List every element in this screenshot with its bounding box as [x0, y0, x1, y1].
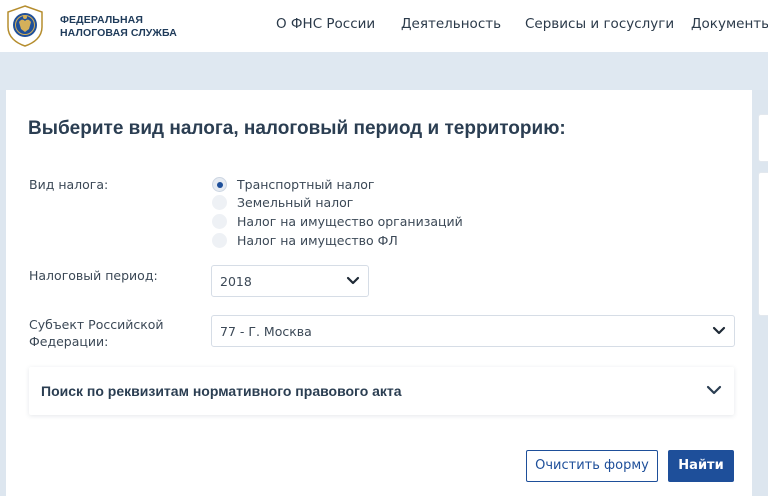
nav-activity[interactable]: Деятельность: [401, 16, 501, 32]
chevron-down-icon: [706, 385, 722, 395]
region-label-line1: Субъект Российской: [29, 317, 164, 332]
clear-form-button[interactable]: Очистить форму: [526, 450, 658, 482]
radio-transport-tax[interactable]: Транспортный налог: [212, 176, 375, 193]
period-value: 2018: [220, 274, 252, 289]
site-header: ФЕДЕРАЛЬНАЯ НАЛОГОВАЯ СЛУЖБА О ФНС Росси…: [0, 0, 768, 52]
org-name[interactable]: ФЕДЕРАЛЬНАЯ НАЛОГОВАЯ СЛУЖБА: [60, 14, 177, 40]
region-value: 77 - Г. Москва: [220, 324, 312, 339]
radio-label: Земельный налог: [237, 195, 354, 210]
page-band: [0, 52, 768, 90]
radio-checked-icon[interactable]: [212, 177, 227, 192]
radio-icon[interactable]: [212, 195, 227, 210]
side-tab[interactable]: [758, 172, 768, 316]
nav-documents[interactable]: Документы: [691, 16, 768, 32]
radio-land-tax[interactable]: Земельный налог: [212, 194, 353, 211]
form-title: Выберите вид налога, налоговый период и …: [28, 118, 566, 139]
radio-org-property-tax[interactable]: Налог на имущество организаций: [212, 213, 463, 230]
region-label-line2: Федерации:: [29, 334, 109, 349]
tax-type-label: Вид налога:: [29, 177, 109, 192]
fns-emblem-logo[interactable]: [6, 5, 44, 47]
radio-personal-property-tax[interactable]: Налог на имущество ФЛ: [212, 232, 398, 249]
radio-label: Налог на имущество организаций: [237, 214, 463, 229]
nav-services[interactable]: Сервисы и госуслуги: [525, 16, 674, 32]
radio-label: Налог на имущество ФЛ: [237, 233, 398, 248]
find-button[interactable]: Найти: [668, 450, 734, 482]
nav-about[interactable]: О ФНС России: [276, 16, 375, 32]
radio-label: Транспортный налог: [237, 177, 375, 192]
region-select[interactable]: 77 - Г. Москва: [211, 315, 735, 347]
period-label: Налоговый период:: [29, 268, 158, 283]
side-tab[interactable]: [758, 114, 768, 162]
radio-icon[interactable]: [212, 233, 227, 248]
period-select[interactable]: 2018: [211, 265, 369, 297]
chevron-down-icon: [712, 326, 726, 335]
accordion-title: Поиск по реквизитам нормативного правово…: [41, 383, 402, 399]
chevron-down-icon: [346, 276, 360, 285]
radio-icon[interactable]: [212, 214, 227, 229]
legal-act-search-accordion[interactable]: Поиск по реквизитам нормативного правово…: [29, 367, 734, 415]
region-label: Субъект Российской Федерации:: [29, 316, 164, 350]
form-card: [6, 90, 752, 496]
